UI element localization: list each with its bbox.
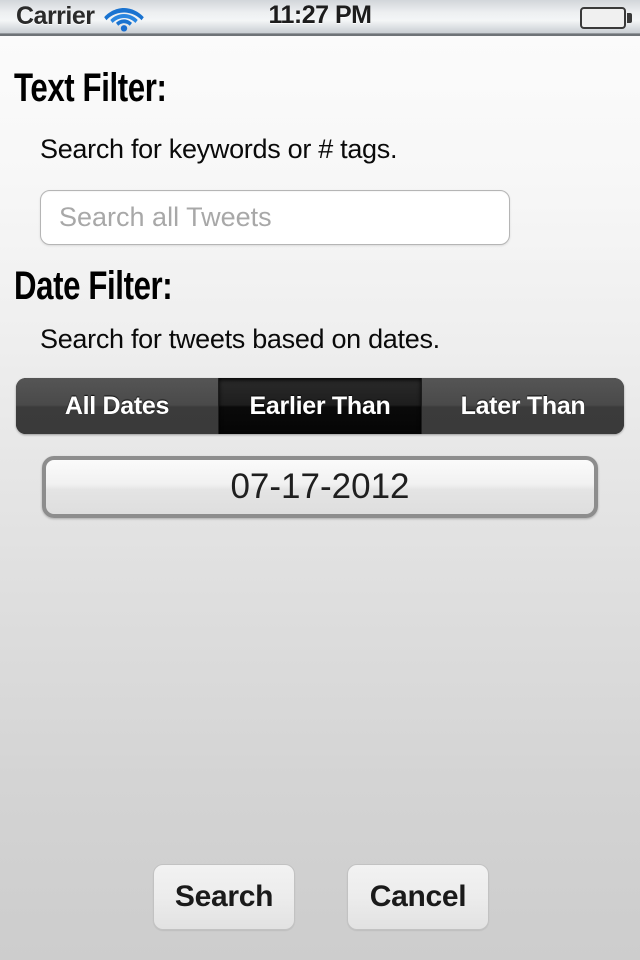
app-screen: Carrier 11:27 PM Text Filter: Search for… — [0, 0, 640, 960]
date-filter-segmented-control[interactable]: All Dates Earlier Than Later Than — [16, 378, 624, 434]
battery-cap-icon — [627, 13, 632, 23]
text-filter-heading: Text Filter: — [14, 66, 167, 110]
text-filter-subtitle: Search for keywords or # tags. — [40, 134, 398, 164]
date-filter-heading: Date Filter: — [14, 264, 173, 308]
search-button[interactable]: Search — [153, 864, 295, 930]
search-input[interactable] — [40, 190, 510, 245]
status-bar: Carrier 11:27 PM — [0, 0, 640, 36]
segment-all-dates[interactable]: All Dates — [16, 378, 219, 434]
segment-earlier-than[interactable]: Earlier Than — [219, 378, 422, 434]
segment-later-than[interactable]: Later Than — [422, 378, 624, 434]
battery-icon — [580, 7, 626, 29]
date-value-field[interactable]: 07-17-2012 — [42, 456, 598, 518]
date-filter-subtitle: Search for tweets based on dates. — [40, 324, 440, 354]
status-time: 11:27 PM — [268, 1, 372, 29]
cancel-button[interactable]: Cancel — [347, 864, 489, 930]
